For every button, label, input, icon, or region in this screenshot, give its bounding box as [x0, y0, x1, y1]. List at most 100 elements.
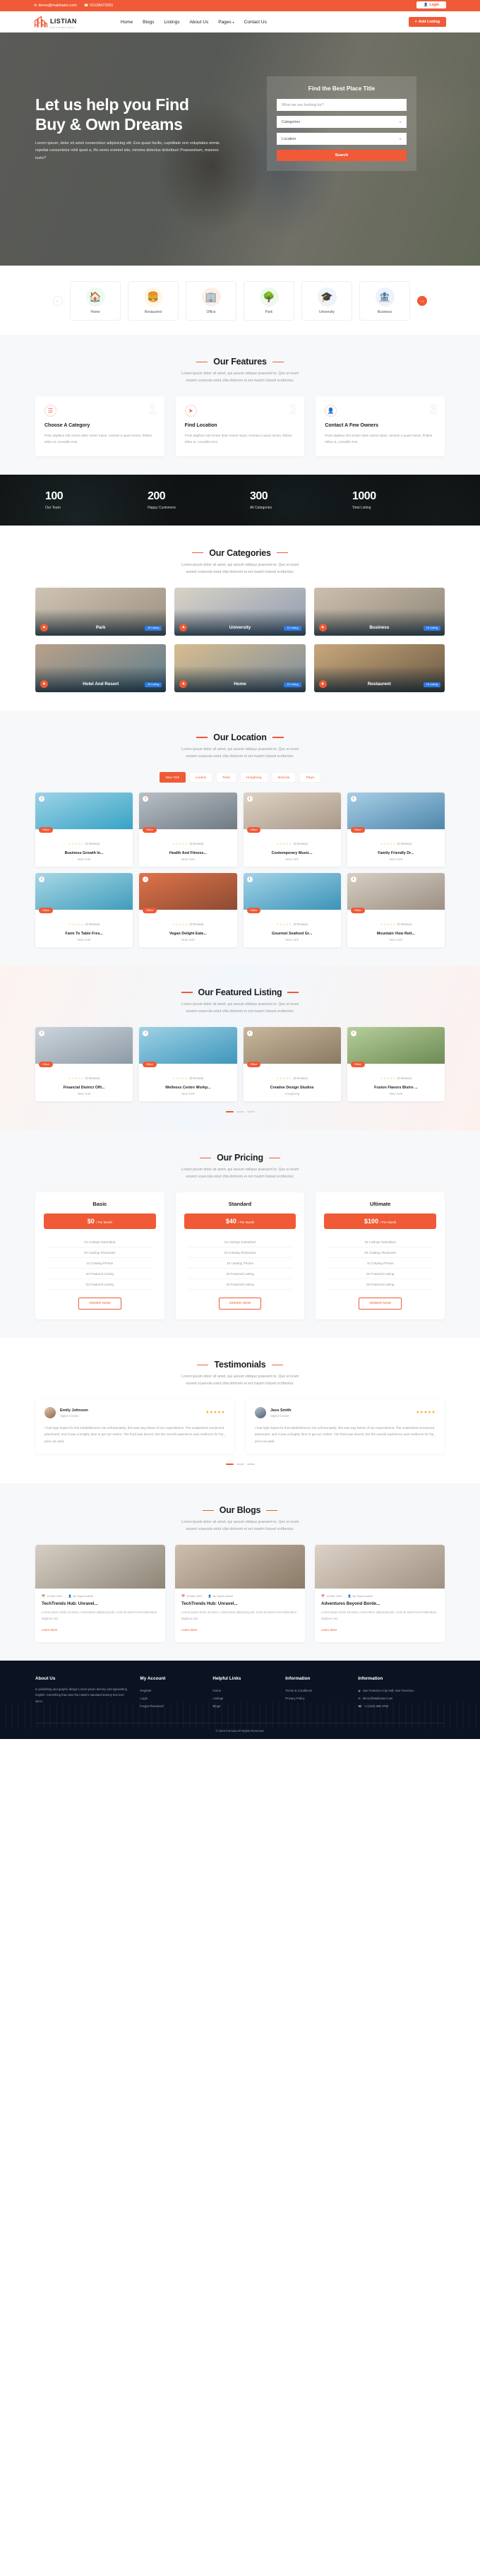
footer-helpful-link[interactable]: Listings [212, 1694, 277, 1702]
feature-card[interactable]: 3 👤 Contact A Few Owners Proin dapibus n… [316, 396, 445, 457]
info-icon[interactable]: i [143, 1030, 149, 1036]
info-icon[interactable]: i [143, 876, 149, 882]
footer-account-link[interactable]: Forgot Password [140, 1702, 204, 1710]
login-button[interactable]: 👤 Login [416, 1, 446, 8]
carousel-next-button[interactable]: → [417, 296, 427, 306]
footer-account-link[interactable]: Login [140, 1694, 204, 1702]
nav-item-contact-us[interactable]: Contact Us [244, 20, 267, 25]
info-icon[interactable]: i [350, 795, 356, 802]
footer-account-link[interactable]: Register [140, 1687, 204, 1694]
nav-item-home[interactable]: Home [121, 20, 133, 25]
feature-card[interactable]: 1 ☰ Choose A Category Proin dapibus nisl… [35, 396, 164, 457]
footer-contact-item[interactable]: ✉ demo@Mailinator.Com [358, 1694, 445, 1702]
footer-information-link[interactable]: Terms & Conditions [285, 1687, 349, 1694]
listing-card[interactable]: i Office ☆☆☆☆☆ (0 Review) Gourmet Seafood… [243, 872, 341, 947]
category-chip-business[interactable]: 🏦 Business [359, 281, 410, 321]
info-icon[interactable]: i [39, 1030, 44, 1036]
category-chip-restaurent[interactable]: 🍔 Restaurent [128, 281, 179, 321]
search-keyword-input[interactable]: What we are looking for? [277, 99, 407, 111]
nav-item-listings-label: Listings [164, 19, 180, 25]
brand-logo[interactable]: LISTIAN Find The Best Place [34, 15, 77, 29]
pricing-order-button[interactable]: ORDER NOW [218, 1298, 262, 1310]
listing-card[interactable]: i Office ☆☆☆☆☆ (0 Review) Business Growth… [35, 792, 133, 867]
blog-card[interactable]: 📅 13 Mar 2024 👤 By Super Admin Adventures … [315, 1545, 445, 1642]
feature-text: Proin dapibus nisl ornare diam varius mp… [184, 434, 292, 444]
search-submit-button[interactable]: Search [277, 150, 407, 161]
location-tab-tokyo[interactable]: Tokyo [299, 771, 321, 783]
listing-card[interactable]: i Office ☆☆☆☆☆ (0 Review) Financial Distr… [35, 1026, 133, 1101]
footer-helpful-link[interactable]: Home [212, 1687, 277, 1694]
info-icon[interactable]: i [350, 1030, 356, 1036]
carousel-dot[interactable] [236, 1110, 244, 1113]
blog-card-learn-more-link[interactable]: Learn More [42, 1628, 57, 1632]
info-icon[interactable]: i [350, 876, 356, 882]
category-tile[interactable]: ▲ Business 15 Listing [313, 587, 445, 636]
nav-item-pages[interactable]: Pages ▾ [218, 20, 234, 25]
nav-item-listings[interactable]: Listings [164, 20, 179, 25]
category-chip-university[interactable]: 🎓 University [301, 281, 352, 321]
stat-value: 100 [45, 490, 64, 503]
carousel-dot[interactable] [225, 1110, 234, 1113]
feature-card[interactable]: 2 ➤ Find Location Proin dapibus nisl orn… [175, 396, 305, 457]
listing-card[interactable]: i Office ☆☆☆☆☆ (0 Review) Health And Fitn… [139, 792, 237, 867]
pricing-feature-item: 03 Featured Listing [186, 1279, 294, 1290]
info-icon[interactable]: i [39, 876, 44, 882]
blog-card-learn-more-link[interactable]: Learn More [321, 1628, 337, 1632]
testimonial-text: I had high hopes for this establishment,… [255, 1426, 435, 1443]
search-category-select[interactable]: Categories ▾ [277, 116, 407, 128]
listing-card[interactable]: i Office ☆☆☆☆☆ (0 Review) Fusion Flavors … [347, 1026, 445, 1101]
listing-card[interactable]: i Office ☆☆☆☆☆ (0 Review) Creative Design… [243, 1026, 341, 1101]
location-tab-hongkong[interactable]: HongKong [239, 771, 268, 783]
nav-item-blogs[interactable]: Blogs [143, 20, 154, 25]
topbar-email[interactable]: ✉ demo@mailinator.com [34, 4, 77, 8]
listing-card[interactable]: i Office ☆☆☆☆☆ (0 Review) Contemporary Mu… [243, 792, 341, 867]
blog-card[interactable]: 📅 13 Mar 2024 👤 By Super Admin TechTrends … [35, 1545, 165, 1642]
category-tile[interactable]: ▲ Home 15 Listing [174, 643, 306, 692]
info-icon[interactable]: i [246, 876, 253, 882]
info-icon[interactable]: i [246, 795, 253, 802]
listing-card[interactable]: i Office ☆☆☆☆☆ (0 Review) Wellness Centre… [139, 1026, 237, 1101]
blog-card[interactable]: 📅 13 Mar 2024 👤 By Super Admin TechTrends … [175, 1545, 305, 1642]
location-tab-moscow[interactable]: Moscow [271, 771, 296, 783]
footer-contact-item[interactable]: ◉ San Francisco City Hall, San Francisco [358, 1687, 445, 1694]
carousel-dot[interactable] [246, 1463, 255, 1466]
listing-card[interactable]: i Office ☆☆☆☆☆ (0 Review) Farm To Table F… [35, 872, 133, 947]
topbar-phone[interactable]: ☎ 01128473201 [84, 4, 113, 8]
search-location-select[interactable]: Location ▾ [277, 133, 407, 145]
category-tile[interactable]: ▲ Park 15 Listing [35, 587, 167, 636]
listing-card[interactable]: i Office ☆☆☆☆☆ (0 Review) Family Friendly… [347, 792, 445, 867]
category-chip-park-label: Park [265, 310, 273, 314]
pricing-plan-period: / Per Month [380, 1221, 397, 1225]
category-tile[interactable]: ▲ University 15 Listing [174, 587, 306, 636]
footer-contact: Information ◉ San Francisco City Hall, S… [358, 1676, 445, 1710]
listing-card-rating: ☆☆☆☆☆ (0 Review) [352, 836, 440, 848]
pricing-order-button[interactable]: ORDER NOW [78, 1298, 121, 1310]
footer-information-link[interactable]: Privacy Policy [285, 1694, 349, 1702]
blog-card-learn-more-link[interactable]: Learn More [181, 1628, 197, 1632]
footer-contact-item[interactable]: ☎ +1 (228) 898-3758 [358, 1702, 445, 1710]
info-icon[interactable]: i [39, 795, 44, 802]
carousel-dot[interactable] [236, 1463, 244, 1466]
location-tab-new-york[interactable]: New York [159, 771, 186, 783]
carousel-prev-button[interactable]: ← [53, 296, 63, 306]
category-tile[interactable]: ▲ Restaurent 15 Listing [313, 643, 445, 692]
location-tab-paris[interactable]: Paris [216, 771, 236, 783]
listing-card[interactable]: i Office ☆☆☆☆☆ (0 Review) Vegan Delight E… [139, 872, 237, 947]
nav-item-about-us[interactable]: About Us [189, 20, 208, 25]
info-icon[interactable]: i [143, 795, 149, 802]
listing-card-title: Financial District Offi... [63, 1085, 105, 1090]
category-chip-park[interactable]: 🌳 Park [244, 281, 294, 321]
category-chip-home[interactable]: 🏠 Home [70, 281, 121, 321]
carousel-dot[interactable] [225, 1463, 234, 1466]
location-tab-london[interactable]: London [189, 771, 213, 783]
footer-helpful-link[interactable]: Blogs [212, 1702, 277, 1710]
category-tile[interactable]: ▲ Hotel And Resort 15 Listing [35, 643, 167, 692]
category-chip-office[interactable]: 🏢 Office [186, 281, 236, 321]
info-icon[interactable]: i [246, 1030, 253, 1036]
pricing-order-button[interactable]: ORDER NOW [359, 1298, 402, 1310]
listing-card[interactable]: i Office ☆☆☆☆☆ (0 Review) Mountain View R… [347, 872, 445, 947]
carousel-dot[interactable] [246, 1110, 255, 1113]
category-tile-listing-count: 15 Listing [284, 625, 301, 631]
pricing-feature-item: 10 Catalog Photos [186, 1258, 294, 1269]
add-listing-button[interactable]: + Add Listing [408, 17, 446, 27]
